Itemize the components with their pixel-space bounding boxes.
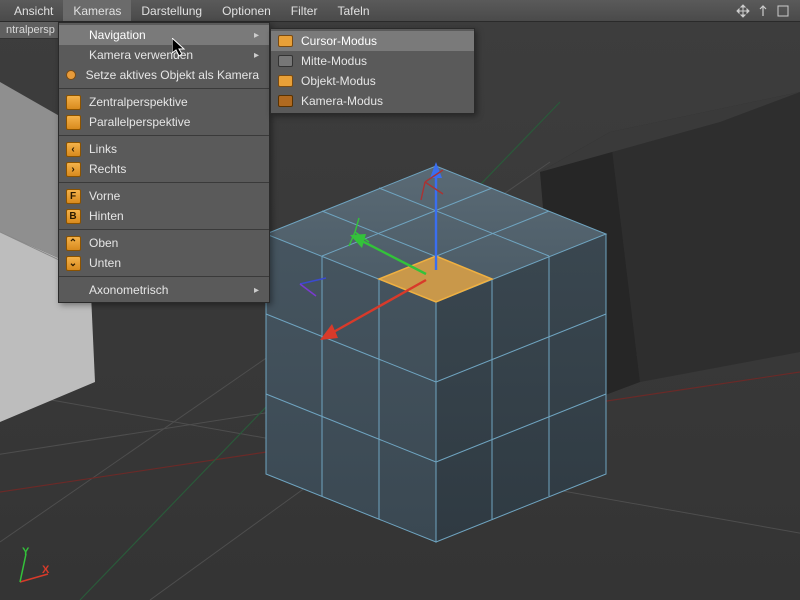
menu-item-oben[interactable]: ⌃ Oben [59, 233, 269, 253]
menu-filter[interactable]: Filter [281, 0, 328, 21]
menu-item-label: Axonometrisch [89, 283, 246, 297]
submenu-item-label: Objekt-Modus [301, 74, 464, 88]
menu-label: Ansicht [14, 4, 53, 18]
object-mode-icon [278, 75, 293, 87]
left-view-icon: ‹ [66, 142, 81, 157]
submenu-item-mitte[interactable]: Mitte-Modus [271, 51, 474, 71]
right-view-icon: › [66, 162, 81, 177]
menu-item-axonometrisch[interactable]: Axonometrisch ▸ [59, 280, 269, 300]
submenu-arrow-icon: ▸ [254, 50, 259, 61]
menu-label: Filter [291, 4, 318, 18]
menu-item-label: Setze aktives Objekt als Kamera [86, 68, 259, 82]
menu-item-label: Hinten [89, 209, 259, 223]
menu-item-label: Oben [89, 236, 259, 250]
menu-tafeln[interactable]: Tafeln [327, 0, 379, 21]
cursor-mode-icon [278, 35, 293, 47]
menu-item-label: Navigation [89, 28, 246, 42]
menu-label: Optionen [222, 4, 271, 18]
menu-item-links[interactable]: ‹ Links [59, 139, 269, 159]
menu-kameras[interactable]: Kameras [63, 0, 131, 21]
menu-label: Kameras [73, 4, 121, 18]
menubar: Ansicht Kameras Darstellung Optionen Fil… [0, 0, 800, 22]
menubar-right-icons [736, 0, 796, 21]
menu-item-navigation[interactable]: Navigation ▸ [59, 25, 269, 45]
move-icon[interactable] [736, 4, 750, 18]
cameras-menu: Navigation ▸ Kamera verwenden ▸ Setze ak… [58, 22, 270, 303]
menu-ansicht[interactable]: Ansicht [4, 0, 63, 21]
center-mode-icon [278, 55, 293, 67]
menu-item-label: Links [89, 142, 259, 156]
submenu-item-label: Kamera-Modus [301, 94, 464, 108]
menu-optionen[interactable]: Optionen [212, 0, 281, 21]
menu-label: Darstellung [141, 4, 202, 18]
menu-item-label: Parallelperspektive [89, 115, 259, 129]
maximize-icon[interactable] [776, 4, 790, 18]
axis-x-label: X [42, 564, 49, 576]
menu-item-parallelperspektive[interactable]: Parallelperspektive [59, 112, 269, 132]
front-view-icon: F [66, 189, 81, 204]
menu-item-hinten[interactable]: B Hinten [59, 206, 269, 226]
perspective-icon [66, 95, 81, 110]
menu-item-unten[interactable]: ⌄ Unten [59, 253, 269, 273]
menu-item-label: Unten [89, 256, 259, 270]
menu-item-label: Kamera verwenden [89, 48, 246, 62]
camera-mode-icon [278, 95, 293, 107]
submenu-item-label: Mitte-Modus [301, 54, 464, 68]
submenu-item-kamera[interactable]: Kamera-Modus [271, 91, 474, 111]
menu-darstellung[interactable]: Darstellung [131, 0, 212, 21]
submenu-item-objekt[interactable]: Objekt-Modus [271, 71, 474, 91]
submenu-item-cursor[interactable]: Cursor-Modus [271, 31, 474, 51]
submenu-item-label: Cursor-Modus [301, 34, 464, 48]
menu-item-label: Zentralperspektive [89, 95, 259, 109]
axis-indicator: X Y [12, 550, 52, 590]
submenu-arrow-icon: ▸ [254, 30, 259, 41]
submenu-arrow-icon: ▸ [254, 285, 259, 296]
menu-item-rechts[interactable]: › Rechts [59, 159, 269, 179]
axis-y-label: Y [22, 546, 29, 558]
bottom-view-icon: ⌄ [66, 256, 81, 271]
back-view-icon: B [66, 209, 81, 224]
menu-item-aktives-objekt[interactable]: Setze aktives Objekt als Kamera [59, 65, 269, 85]
menu-item-zentralperspektive[interactable]: Zentralperspektive [59, 92, 269, 112]
menu-item-kamera-verwenden[interactable]: Kamera verwenden ▸ [59, 45, 269, 65]
menu-label: Tafeln [337, 4, 369, 18]
parallel-icon [66, 115, 81, 130]
camera-dot-icon [66, 70, 76, 80]
menu-item-label: Rechts [89, 162, 259, 176]
navigation-submenu: Cursor-Modus Mitte-Modus Objekt-Modus Ka… [270, 28, 475, 114]
menu-item-vorne[interactable]: F Vorne [59, 186, 269, 206]
menu-item-label: Vorne [89, 189, 259, 203]
view-name-label: ntralpersp [0, 22, 62, 39]
axis-lock-icon[interactable] [756, 4, 770, 18]
top-view-icon: ⌃ [66, 236, 81, 251]
